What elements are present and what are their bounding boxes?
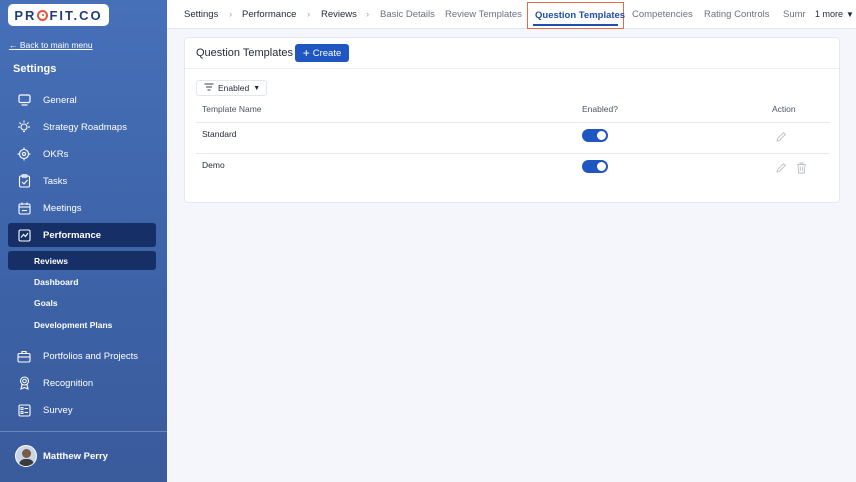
create-button[interactable]: + Create: [295, 44, 349, 62]
award-icon: [17, 376, 31, 390]
sidebar-item-label: Meetings: [43, 202, 82, 214]
sidebar-item-portfolios-and-projects[interactable]: Portfolios and Projects: [8, 344, 156, 368]
tab-label: Question Templates: [535, 10, 626, 21]
clipboard-check-icon: [17, 174, 31, 188]
breadcrumb-reviews[interactable]: Reviews: [321, 9, 357, 20]
profit-co-logo[interactable]: PR FIT.CO: [8, 4, 109, 26]
more-tabs-label: 1 more: [815, 9, 844, 19]
bulb-icon: [17, 120, 31, 134]
chevron-right-icon: ›: [307, 9, 311, 20]
sidebar-item-label: Portfolios and Projects: [43, 350, 139, 362]
question-templates-card: Question Templates + Create Enabled ▼ Tem…: [184, 37, 840, 203]
template-name: Demo: [202, 160, 225, 170]
filter-label: Enabled: [218, 83, 250, 93]
create-button-label: Create: [312, 47, 342, 59]
user-profile[interactable]: Matthew Perry: [15, 445, 108, 467]
enabled-toggle[interactable]: [582, 160, 608, 173]
sidebar-item-meetings[interactable]: Meetings: [8, 196, 156, 220]
tab-rating-controls[interactable]: Rating Controls: [704, 9, 769, 20]
card-header: Question Templates + Create: [185, 38, 839, 69]
sidebar-item-label: OKRs: [43, 148, 69, 160]
sidebar-item-label: Tasks: [43, 175, 68, 187]
sidebar-item-general[interactable]: General: [8, 88, 156, 112]
tab-competencies[interactable]: Competencies: [632, 9, 693, 20]
column-header-action: Action: [772, 104, 796, 114]
chart-line-icon: [17, 228, 31, 242]
column-header-template-name: Template Name: [202, 104, 262, 114]
sidebar-item-label: General: [43, 94, 77, 106]
sidebar-item-label: Recognition: [43, 377, 94, 389]
calendar-icon: [17, 201, 31, 215]
top-navigation-bar: Settings › Performance › Reviews › Basic…: [167, 0, 856, 29]
survey-icon: [17, 403, 31, 417]
user-name: Matthew Perry: [43, 450, 108, 462]
tab-summary-truncated[interactable]: Sumr: [783, 9, 806, 20]
chevron-right-icon: ›: [229, 9, 233, 20]
logo-target-icon: [37, 9, 49, 21]
enabled-toggle[interactable]: [582, 129, 608, 142]
chevron-down-icon: ▼: [846, 10, 854, 19]
tab-basic-details[interactable]: Basic Details: [380, 9, 435, 20]
tab-review-templates[interactable]: Review Templates: [445, 9, 522, 20]
chevron-right-icon: ›: [366, 9, 370, 20]
sidebar-item-performance[interactable]: Performance: [8, 223, 156, 247]
template-name: Standard: [202, 129, 237, 139]
logo-text-pre: PR: [14, 7, 37, 23]
sidebar-subitem-development-plans[interactable]: Development Plans: [8, 315, 156, 334]
sidebar-item-survey[interactable]: Survey: [8, 398, 156, 422]
plus-icon: +: [302, 46, 310, 60]
breadcrumb-performance[interactable]: Performance: [242, 9, 296, 20]
avatar: [15, 445, 37, 467]
edit-pencil-icon[interactable]: [775, 162, 787, 174]
sidebar-item-strategy-roadmaps[interactable]: Strategy Roadmaps: [8, 115, 156, 139]
briefcase-icon: [17, 349, 31, 363]
enabled-filter-dropdown[interactable]: Enabled ▼: [196, 80, 267, 96]
sidebar-subitem-dashboard[interactable]: Dashboard: [8, 272, 156, 291]
monitor-icon: [17, 93, 31, 107]
more-tabs-dropdown[interactable]: 1 more ▼: [815, 9, 854, 19]
sidebar-subitem-goals[interactable]: Goals: [8, 293, 156, 312]
chevron-down-icon: ▼: [253, 84, 261, 92]
settings-title: Settings: [13, 63, 57, 75]
sidebar-item-okrs[interactable]: OKRs: [8, 142, 156, 166]
sidebar-item-tasks[interactable]: Tasks: [8, 169, 156, 193]
sidebar: PR FIT.CO ← Back to main menu Settings Ge…: [0, 0, 167, 482]
filter-icon: [204, 83, 214, 93]
back-to-main-menu-link[interactable]: ← Back to main menu: [9, 40, 93, 50]
logo-text-post: FIT.CO: [49, 7, 103, 23]
breadcrumb-settings[interactable]: Settings: [184, 9, 218, 20]
row-divider: [196, 153, 830, 154]
sidebar-item-label: Performance: [43, 229, 102, 241]
sidebar-divider: [0, 431, 167, 432]
delete-trash-icon[interactable]: [796, 162, 808, 174]
sidebar-item-recognition[interactable]: Recognition: [8, 371, 156, 395]
sidebar-item-label: Survey: [43, 404, 73, 416]
sidebar-subitem-reviews[interactable]: Reviews: [8, 251, 156, 270]
tab-question-templates[interactable]: Question Templates: [527, 2, 626, 29]
column-header-enabled: Enabled?: [582, 104, 618, 114]
page-title: Question Templates: [196, 47, 294, 59]
edit-pencil-icon[interactable]: [775, 131, 787, 143]
target-icon: [17, 147, 31, 161]
row-divider: [196, 122, 830, 123]
sidebar-item-label: Strategy Roadmaps: [43, 121, 127, 133]
